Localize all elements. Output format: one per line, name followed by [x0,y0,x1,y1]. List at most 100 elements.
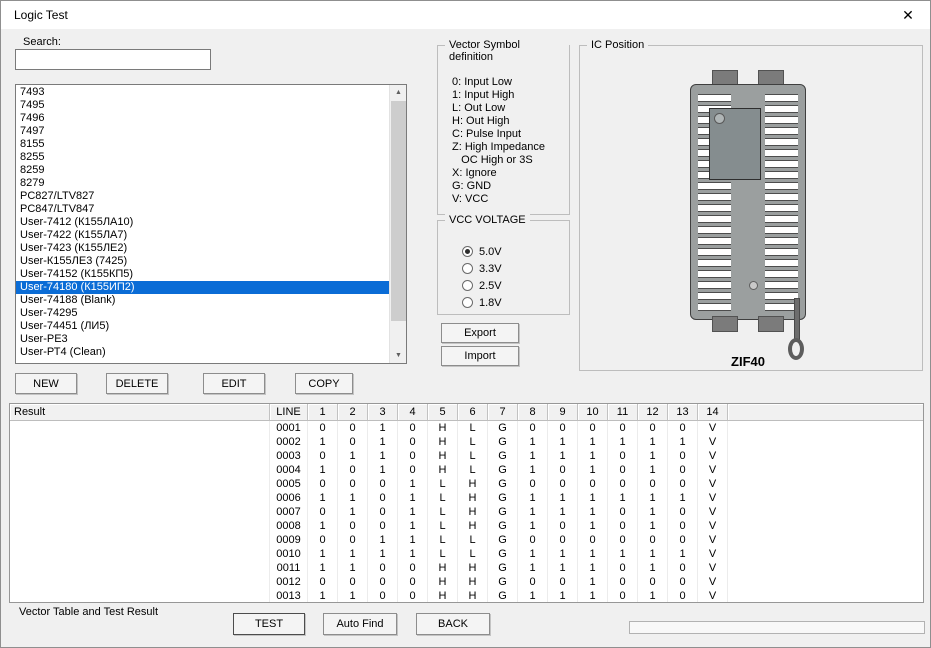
vector-table-row[interactable]: 00050001LHG000000V [10,477,923,491]
device-list-item[interactable]: 8279 [16,177,389,190]
scroll-down-icon[interactable]: ▼ [390,348,407,363]
device-list-item[interactable]: User-7423 (К155ЛЕ2) [16,242,389,255]
vector-value-cell: 1 [638,463,668,477]
vector-table-row[interactable]: 00081001LHG101010V [10,519,923,533]
listbox-scrollbar[interactable]: ▲ ▼ [389,85,406,363]
vcc-option-3.3V[interactable]: 3.3V [462,262,502,275]
vcc-option-1.8V[interactable]: 1.8V [462,296,502,309]
device-list-item[interactable]: User-7412 (К155ЛА10) [16,216,389,229]
scroll-up-icon[interactable]: ▲ [390,85,407,100]
device-list-item[interactable]: User-РТ4 (Clean) [16,346,389,359]
vector-value-cell: 1 [578,463,608,477]
radio-icon[interactable] [462,297,473,308]
new-button[interactable]: NEW [15,373,77,394]
vector-table[interactable]: Result LINE 1234567891011121314 00010010… [9,403,924,603]
vector-value-cell: 1 [518,589,548,602]
vector-table-row[interactable]: 00120000HHG001000V [10,575,923,589]
vector-value-cell: 1 [638,491,668,505]
vector-table-row[interactable]: 00070101LHG111010V [10,505,923,519]
search-input[interactable] [15,49,211,70]
vector-value-cell: 0 [668,561,698,575]
vector-value-cell: V [698,449,728,463]
vector-value-cell: 1 [308,463,338,477]
export-button[interactable]: Export [441,323,519,343]
vcc-option-5.0V[interactable]: 5.0V [462,245,502,258]
vector-value-cell: 0 [668,505,698,519]
device-list-item[interactable]: User-7422 (К155ЛА7) [16,229,389,242]
device-list-item[interactable]: 8255 [16,151,389,164]
vector-table-row[interactable]: 00030110HLG111010V [10,449,923,463]
vector-table-row[interactable]: 00010010HLG000000V [10,421,923,435]
vector-value-cell: 0 [668,421,698,435]
device-list-item[interactable]: 7497 [16,125,389,138]
device-list-item[interactable]: 8259 [16,164,389,177]
vector-value-cell: 1 [368,435,398,449]
vector-value-cell: V [698,589,728,602]
import-button[interactable]: Import [441,346,519,366]
vector-value-cell: 0 [548,477,578,491]
vector-value-cell: 0 [518,575,548,589]
device-list-item[interactable]: User-РЕ3 [16,333,389,346]
result-column-header: Result [10,404,270,421]
vector-table-row[interactable]: 00131100HHG111010V [10,589,923,602]
socket-body [690,84,806,320]
radio-label: 2.5V [479,280,502,292]
vector-value-cell: V [698,435,728,449]
edit-button[interactable]: EDIT [203,373,265,394]
device-list-item[interactable]: User-74152 (К155КП5) [16,268,389,281]
test-button[interactable]: TEST [233,613,305,635]
vector-symbol-line: X: Ignore [452,167,545,180]
pin-column-header: 12 [638,404,668,421]
vector-value-cell: 0 [338,533,368,547]
vector-table-row[interactable]: 00041010HLG101010V [10,463,923,477]
auto-find-button[interactable]: Auto Find [323,613,397,635]
device-list-item[interactable]: User-74295 [16,307,389,320]
radio-label: 3.3V [479,263,502,275]
vector-symbol-line: C: Pulse Input [452,128,545,141]
vector-table-row[interactable]: 00061101LHG111111V [10,491,923,505]
vector-value-cell: 0 [668,477,698,491]
vcc-option-2.5V[interactable]: 2.5V [462,279,502,292]
device-list-item[interactable]: 7496 [16,112,389,125]
vector-value-cell: 1 [338,505,368,519]
device-list-item[interactable]: User-74451 (ЛИ5) [16,320,389,333]
line-number-cell: 0001 [270,421,308,435]
vector-value-cell: 1 [578,589,608,602]
back-button[interactable]: BACK [416,613,490,635]
close-icon[interactable]: ✕ [894,4,922,26]
vector-value-cell: 1 [668,435,698,449]
vector-value-cell: 1 [668,491,698,505]
radio-icon[interactable] [462,280,473,291]
copy-button[interactable]: COPY [295,373,353,394]
vector-value-cell: 1 [638,435,668,449]
radio-icon[interactable] [462,246,473,257]
device-list-item[interactable]: PC847/LTV847 [16,203,389,216]
vector-value-cell: L [428,547,458,561]
device-list-item[interactable]: PC827/LTV827 [16,190,389,203]
row-filler [728,491,923,505]
delete-button[interactable]: DELETE [106,373,168,394]
vector-table-row[interactable]: 00021010HLG111111V [10,435,923,449]
vector-value-cell: 1 [518,561,548,575]
radio-icon[interactable] [462,263,473,274]
scrollbar-thumb[interactable] [391,101,406,321]
vector-table-row[interactable]: 00090011LLG000000V [10,533,923,547]
device-list-item[interactable]: 7495 [16,99,389,112]
vector-value-cell: 0 [668,589,698,602]
line-number-cell: 0005 [270,477,308,491]
vector-value-cell: 0 [578,421,608,435]
result-cell [10,463,270,477]
vector-table-row[interactable]: 00101111LLG111111V [10,547,923,561]
device-list-item[interactable]: User-74188 (Blank) [16,294,389,307]
row-filler [728,589,923,602]
device-list-item[interactable]: User-К155ЛЕ3 (7425) [16,255,389,268]
vector-table-row[interactable]: 00111100HHG111010V [10,561,923,575]
device-list-item[interactable]: 7493 [16,86,389,99]
device-list-item[interactable]: 8155 [16,138,389,151]
vector-value-cell: 0 [398,561,428,575]
device-listbox[interactable]: 74937495749674978155825582598279PC827/LT… [15,84,407,364]
socket-tab [712,316,738,332]
vector-value-cell: 1 [668,547,698,561]
device-list-item-selected[interactable]: User-74180 (К155ИП2) [16,281,389,294]
vector-value-cell: 1 [518,505,548,519]
